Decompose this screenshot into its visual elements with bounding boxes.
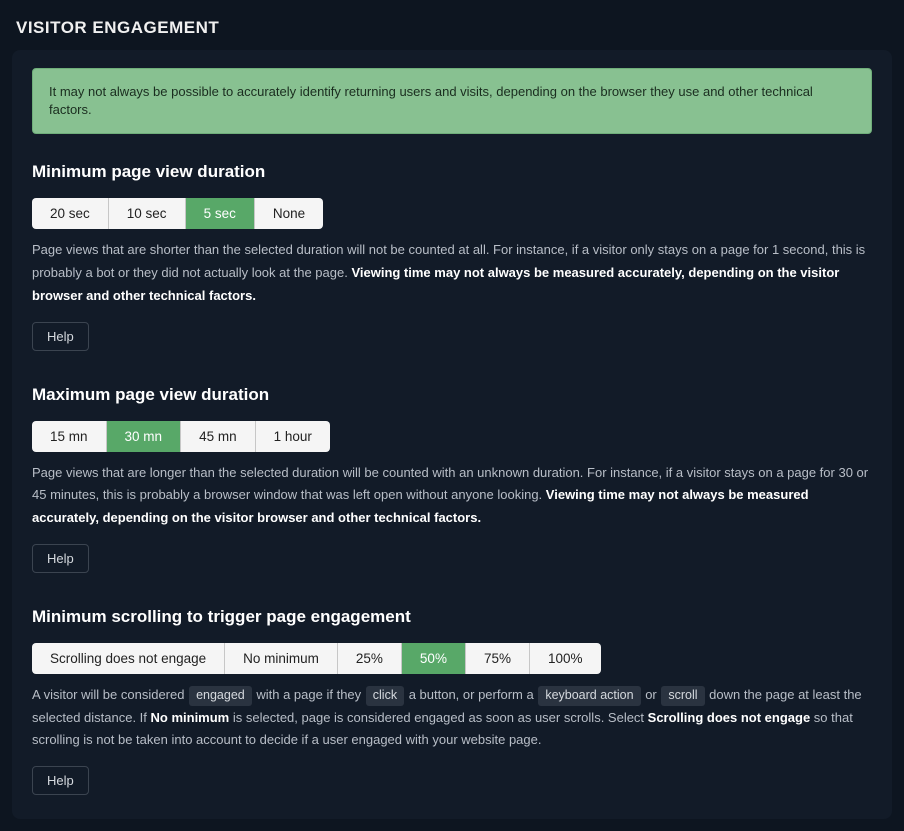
page-title: VISITOR ENGAGEMENT xyxy=(16,18,892,38)
option-button[interactable]: 1 hour xyxy=(256,421,330,452)
option-button[interactable]: 15 mn xyxy=(32,421,107,452)
section-min-scroll: Minimum scrolling to trigger page engage… xyxy=(32,607,872,795)
keyboard-action-pill: keyboard action xyxy=(538,686,640,707)
desc-bold: No minimum xyxy=(151,710,230,725)
option-button[interactable]: 75% xyxy=(466,643,530,674)
min-duration-description: Page views that are shorter than the sel… xyxy=(32,239,872,307)
scroll-pill: scroll xyxy=(661,686,704,707)
option-button[interactable]: None xyxy=(255,198,323,229)
option-button[interactable]: 25% xyxy=(338,643,402,674)
option-button[interactable]: Scrolling does not engage xyxy=(32,643,225,674)
engaged-pill: engaged xyxy=(189,686,252,707)
min-scroll-description: A visitor will be considered engaged wit… xyxy=(32,684,872,752)
help-button[interactable]: Help xyxy=(32,766,89,795)
settings-panel: It may not always be possible to accurat… xyxy=(12,50,892,819)
desc-text: is selected, page is considered engaged … xyxy=(229,710,647,725)
option-button[interactable]: 10 sec xyxy=(109,198,186,229)
section-max-duration: Maximum page view duration 15 mn30 mn45 … xyxy=(32,385,872,573)
desc-text: with a page if they xyxy=(253,687,365,702)
option-button[interactable]: 45 mn xyxy=(181,421,256,452)
option-button[interactable]: 5 sec xyxy=(186,198,255,229)
option-button[interactable]: 30 mn xyxy=(107,421,182,452)
desc-bold: Scrolling does not engage xyxy=(648,710,811,725)
min-duration-heading: Minimum page view duration xyxy=(32,162,872,182)
max-duration-heading: Maximum page view duration xyxy=(32,385,872,405)
max-duration-options: 15 mn30 mn45 mn1 hour xyxy=(32,421,330,452)
option-button[interactable]: 50% xyxy=(402,643,466,674)
desc-text: or xyxy=(642,687,661,702)
info-banner: It may not always be possible to accurat… xyxy=(32,68,872,134)
min-scroll-options: Scrolling does not engageNo minimum25%50… xyxy=(32,643,601,674)
min-duration-options: 20 sec10 sec5 secNone xyxy=(32,198,323,229)
click-pill: click xyxy=(366,686,404,707)
help-button[interactable]: Help xyxy=(32,322,89,351)
help-button[interactable]: Help xyxy=(32,544,89,573)
max-duration-description: Page views that are longer than the sele… xyxy=(32,462,872,530)
desc-text: A visitor will be considered xyxy=(32,687,188,702)
option-button[interactable]: 20 sec xyxy=(32,198,109,229)
option-button[interactable]: No minimum xyxy=(225,643,338,674)
option-button[interactable]: 100% xyxy=(530,643,601,674)
min-scroll-heading: Minimum scrolling to trigger page engage… xyxy=(32,607,872,627)
desc-text: a button, or perform a xyxy=(405,687,537,702)
section-min-duration: Minimum page view duration 20 sec10 sec5… xyxy=(32,162,872,350)
